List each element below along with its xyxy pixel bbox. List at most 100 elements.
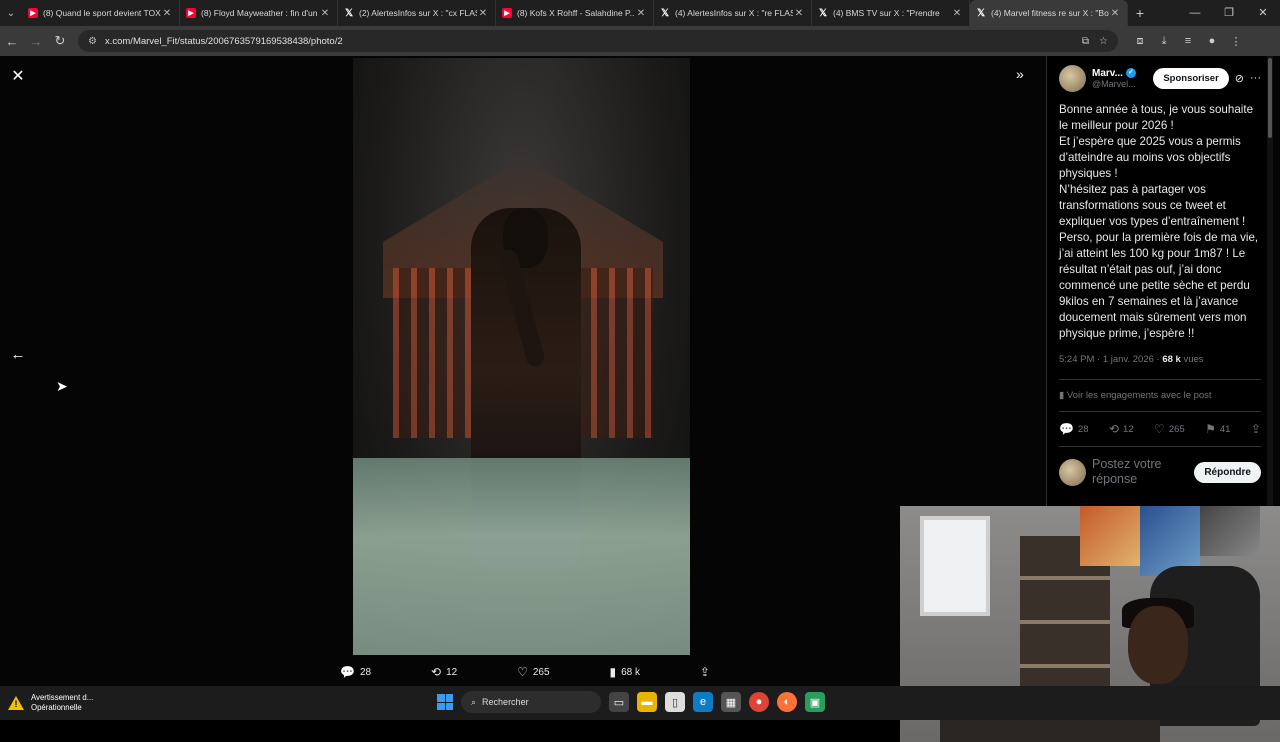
views-action[interactable]: ▮ 68 k [609, 665, 640, 679]
chrome-icon[interactable]: ● [749, 692, 769, 712]
reply-count: 28 [359, 666, 372, 678]
reload-icon[interactable]: ↻ [48, 33, 72, 49]
reply-icon: 💬 [1059, 422, 1074, 436]
x-logo-icon: 𝕏 [660, 7, 670, 19]
bookmark-star-icon[interactable]: ☆ [1099, 36, 1108, 47]
close-tab-icon[interactable]: ✕ [319, 8, 331, 19]
close-tab-icon[interactable]: ✕ [477, 8, 489, 19]
collapse-panel-icon[interactable]: » [1016, 66, 1036, 82]
profile-icon[interactable]: ● [1200, 35, 1224, 48]
sponsor-button[interactable]: Sponsoriser [1153, 67, 1229, 89]
reply-button[interactable]: Répondre [1194, 461, 1261, 483]
notepad-icon[interactable]: ▯ [665, 692, 685, 712]
youtube-icon: ▶ [502, 8, 512, 18]
scrollbar[interactable] [1267, 56, 1273, 506]
close-tab-icon[interactable]: ✕ [1109, 8, 1121, 19]
more-options-icon[interactable]: ··· [1250, 72, 1261, 84]
close-window-icon[interactable]: ✕ [1246, 0, 1280, 26]
like-stat[interactable]: ♡ 265 [1154, 422, 1185, 436]
url-field[interactable]: ⚙ x.com/Marvel_Fit/status/20067635791695… [78, 30, 1118, 52]
notification-subtitle: Opérationnelle [31, 703, 82, 712]
tab-title: (4) Marvel fitness re sur X : "Bo [991, 8, 1109, 18]
browser-tab[interactable]: 𝕏 (2) AlertesInfos sur X : "cx FLASH ✕ [338, 0, 496, 26]
tab-title: (8) Kofs X Rohff - Salahdine P... [517, 8, 635, 18]
browser-tab[interactable]: ▶ (8) Quand le sport devient TOXI ✕ [22, 0, 180, 26]
my-avatar [1059, 458, 1086, 486]
address-bar-row: ← → ↻ ⚙ x.com/Marvel_Fit/status/20067635… [0, 26, 1280, 56]
download-icon[interactable]: ⤓ [1152, 35, 1176, 48]
tweet-stats: 💬 28 ⟲ 12 ♡ 265 ⚑ 41 ⇪ [1059, 412, 1261, 447]
forward-icon[interactable]: → [24, 34, 48, 49]
display-name: Marv... [1092, 67, 1123, 79]
app-icon[interactable]: ▣ [805, 692, 825, 712]
reply-action[interactable]: 💬 28 [340, 665, 371, 679]
taskbar-notification[interactable]: ! Avertissement d... Opérationnelle [0, 693, 200, 713]
browser-tab[interactable]: ▶ (8) Kofs X Rohff - Salahdine P... ✕ [496, 0, 654, 26]
media-action-bar: 💬 28 ⟲ 12 ♡ 265 ▮ 68 k ⇪ [340, 660, 710, 684]
engagements-chart-icon: ▮ [1059, 390, 1065, 401]
task-view-icon[interactable]: ▭ [609, 692, 629, 712]
media-icon[interactable]: ≡ [1176, 35, 1200, 48]
like-action[interactable]: ♡ 265 [517, 665, 549, 679]
browser-tab[interactable]: ▶ (8) Floyd Mayweather : fin d'un ✕ [180, 0, 338, 26]
extensions-icon[interactable]: ⧈ [1128, 35, 1152, 48]
grok-icon[interactable]: ⊘ [1235, 72, 1244, 85]
youtube-icon: ▶ [28, 8, 38, 18]
heart-icon: ♡ [517, 665, 528, 679]
menu-icon[interactable]: ⋮ [1224, 35, 1248, 48]
browser-tab[interactable]: 𝕏 (4) BMS TV sur X : "Prendre ✕ [812, 0, 970, 26]
tab-title: (2) AlertesInfos sur X : "cx FLASH [359, 8, 477, 18]
share-stat[interactable]: ⇪ [1251, 422, 1261, 436]
file-explorer-icon[interactable]: ▬ [637, 692, 657, 712]
previous-image-icon[interactable]: ← [8, 346, 28, 366]
taskbar-search[interactable]: ⌕ Rechercher [461, 691, 601, 713]
reply-stat[interactable]: 💬 28 [1059, 422, 1089, 436]
close-icon[interactable]: ✕ [8, 66, 28, 86]
notification-title: Avertissement d... [31, 693, 94, 702]
reply-stat-count: 28 [1077, 423, 1089, 435]
bookmark-stat[interactable]: ⚑ 41 [1205, 422, 1230, 436]
windows-start-icon[interactable] [437, 694, 453, 710]
cam-poster [1080, 506, 1140, 566]
tweet-text: Bonne année à tous, je vous souhaite le … [1059, 103, 1259, 340]
tab-title: (4) AlertesInfos sur X : "re FLASH [675, 8, 793, 18]
firefox-icon[interactable]: ◐ [777, 692, 797, 712]
avatar[interactable] [1059, 64, 1086, 92]
store-icon[interactable]: ▦ [721, 692, 741, 712]
scrollbar-thumb[interactable] [1268, 58, 1272, 138]
close-tab-icon[interactable]: ✕ [161, 8, 173, 19]
edge-icon[interactable]: e [693, 692, 713, 712]
close-tab-icon[interactable]: ✕ [635, 8, 647, 19]
install-app-icon[interactable]: ⧉ [1082, 36, 1089, 47]
views-chart-icon: ▮ [609, 665, 617, 679]
minimize-icon[interactable]: — [1178, 0, 1212, 26]
tweet-meta: 5:24 PM · 1 janv. 2026 · 68 k vues [1059, 354, 1261, 380]
repost-stat[interactable]: ⟲ 12 [1109, 422, 1134, 436]
tweet-timestamp[interactable]: 5:24 PM · 1 janv. 2026 · [1059, 354, 1162, 365]
close-tab-icon[interactable]: ✕ [951, 8, 963, 19]
author-names[interactable]: Marv... ✓ @Marvel... [1092, 68, 1149, 89]
maximize-icon[interactable]: ❐ [1212, 0, 1246, 26]
x-logo-icon: 𝕏 [818, 7, 828, 19]
handle: @Marvel... [1092, 78, 1136, 89]
browser-tab[interactable]: 𝕏 (4) AlertesInfos sur X : "re FLASH ✕ [654, 0, 812, 26]
toolbar-icons: ⧈ ⤓ ≡ ● ⋮ [1128, 35, 1248, 48]
tweet-views-count: 68 k [1162, 354, 1181, 365]
browser-tab-active[interactable]: 𝕏 (4) Marvel fitness re sur X : "Bo ✕ [970, 0, 1128, 26]
new-tab-button[interactable]: + [1128, 5, 1152, 21]
tab-title: (4) BMS TV sur X : "Prendre [833, 8, 940, 18]
search-icon: ⌕ [471, 696, 477, 707]
youtube-icon: ▶ [186, 8, 196, 18]
share-action[interactable]: ⇪ [700, 665, 710, 679]
reply-input[interactable]: Postez votre réponse [1092, 457, 1194, 487]
engagements-link[interactable]: ▮ Voir les engagements avec le post [1059, 380, 1261, 412]
tab-search-icon[interactable]: ⌄ [0, 0, 22, 26]
back-icon[interactable]: ← [0, 34, 24, 49]
taskbar-apps: ⌕ Rechercher ▭ ▬ ▯ e ▦ ● ◐ ▣ [437, 691, 825, 713]
bookmark-icon: ⚑ [1205, 422, 1216, 436]
repost-count: 12 [446, 666, 458, 678]
reply-composer: Postez votre réponse Répondre [1059, 447, 1261, 487]
repost-action[interactable]: ⟲ 12 [431, 665, 457, 679]
site-info-icon[interactable]: ⚙ [88, 36, 97, 47]
close-tab-icon[interactable]: ✕ [793, 8, 805, 19]
